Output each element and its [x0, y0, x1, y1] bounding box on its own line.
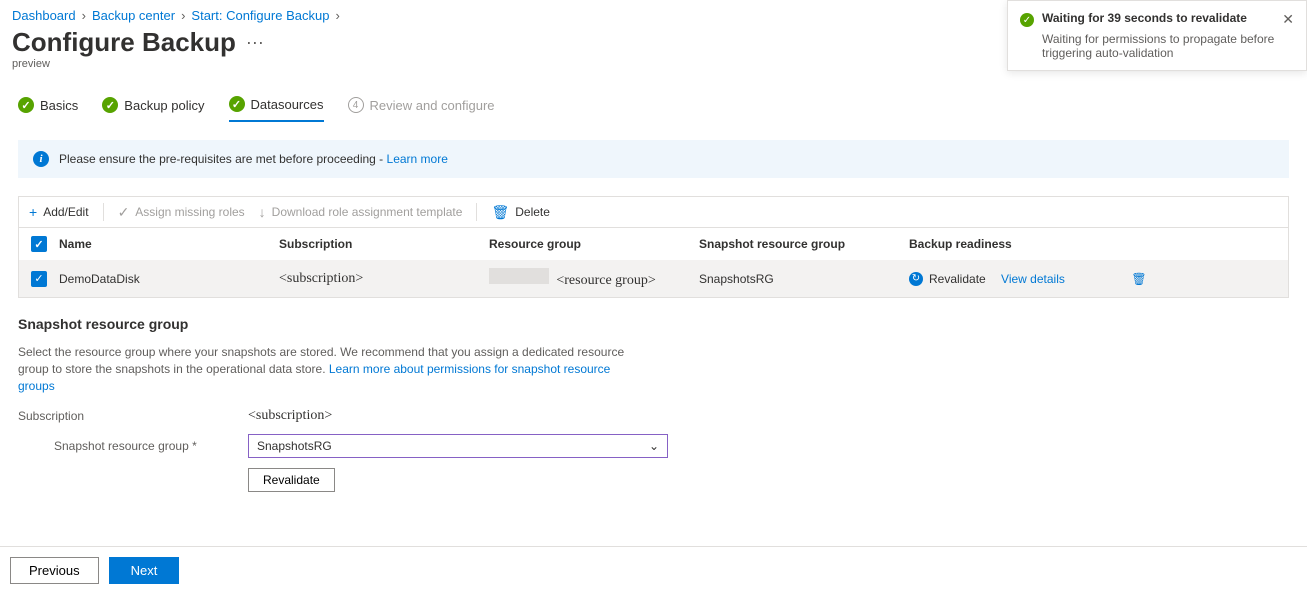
chevron-right-icon: › [181, 8, 185, 23]
revalidate-button[interactable]: Revalidate [248, 468, 335, 492]
step-datasources[interactable]: ✓ Datasources [229, 96, 324, 122]
col-snapshot-rg: Snapshot resource group [699, 237, 909, 251]
row-delete-button[interactable]: 🗑 [1119, 272, 1159, 286]
cell-subscription: <subscription> [279, 271, 489, 287]
trash-icon: 🗑 [491, 204, 509, 221]
toolbar: + Add/Edit ✓ Assign missing roles ↓ Down… [19, 197, 1288, 227]
refresh-icon: ↻ [909, 272, 923, 286]
chevron-down-icon: ⌄ [649, 439, 659, 453]
readiness-label: Revalidate [929, 272, 986, 286]
cell-snapshot-rg: SnapshotsRG [699, 272, 909, 286]
btn-label: Download role assignment template [272, 205, 463, 219]
assign-roles-button[interactable]: ✓ Assign missing roles [118, 204, 245, 221]
add-edit-button[interactable]: + Add/Edit [29, 204, 89, 220]
dropdown-value: SnapshotsRG [257, 439, 332, 453]
select-all-checkbox[interactable]: ✓ [31, 236, 47, 252]
check-icon: ✓ [102, 97, 118, 113]
step-number-icon: 4 [348, 97, 364, 113]
wizard-steps: ✓ Basics ✓ Backup policy ✓ Datasources 4… [0, 78, 1307, 122]
wizard-footer: Previous Next [0, 546, 1307, 594]
cell-readiness: ↻ Revalidate View details [909, 272, 1119, 286]
banner-learn-more-link[interactable]: Learn more [387, 152, 448, 166]
close-icon[interactable]: ✕ [1282, 11, 1294, 28]
download-icon: ↓ [259, 204, 266, 220]
cell-name: DemoDataDisk [59, 272, 279, 286]
subscription-label: Subscription [18, 409, 218, 423]
more-icon[interactable]: ··· [246, 32, 264, 53]
cell-resource-group: <resource group> [489, 268, 699, 289]
download-template-button[interactable]: ↓ Download role assignment template [259, 204, 463, 220]
step-label: Backup policy [124, 98, 204, 113]
info-icon: i [33, 151, 49, 167]
delete-button[interactable]: 🗑 Delete [491, 204, 549, 221]
divider [476, 203, 477, 221]
previous-button[interactable]: Previous [10, 557, 99, 584]
col-subscription: Subscription [279, 237, 489, 251]
divider [103, 203, 104, 221]
notification-title: Waiting for 39 seconds to revalidate [1042, 11, 1274, 25]
chevron-right-icon: › [335, 8, 339, 23]
next-button[interactable]: Next [109, 557, 180, 584]
step-label: Basics [40, 98, 78, 113]
view-details-link[interactable]: View details [1001, 272, 1065, 286]
notification-toast: ✓ Waiting for 39 seconds to revalidate ✕… [1007, 0, 1307, 71]
trash-icon: 🗑 [1131, 272, 1146, 286]
btn-label: Delete [515, 205, 550, 219]
snapshot-rg-dropdown[interactable]: SnapshotsRG ⌄ [248, 434, 668, 458]
col-readiness: Backup readiness [909, 237, 1119, 251]
col-name: Name [59, 237, 279, 251]
check-icon: ✓ [18, 97, 34, 113]
step-label: Review and configure [370, 98, 495, 113]
plus-icon: + [29, 204, 37, 220]
snapshot-rg-label: Snapshot resource group * [54, 439, 218, 453]
step-review: 4 Review and configure [348, 97, 495, 121]
subscription-value: <subscription> [248, 408, 668, 424]
chevron-right-icon: › [82, 8, 86, 23]
breadcrumb-start-configure[interactable]: Start: Configure Backup [191, 8, 329, 23]
btn-label: Assign missing roles [135, 205, 244, 219]
banner-text: Please ensure the pre-requisites are met… [59, 152, 387, 166]
check-icon: ✓ [229, 96, 245, 112]
step-basics[interactable]: ✓ Basics [18, 97, 78, 121]
step-backup-policy[interactable]: ✓ Backup policy [102, 97, 204, 121]
info-banner: i Please ensure the pre-requisites are m… [18, 140, 1289, 178]
step-label: Datasources [251, 97, 324, 112]
breadcrumb-dashboard[interactable]: Dashboard [12, 8, 76, 23]
table-header: ✓ Name Subscription Resource group Snaps… [19, 227, 1288, 260]
table-row[interactable]: ✓ DemoDataDisk <subscription> <resource … [19, 260, 1288, 297]
datasources-panel: + Add/Edit ✓ Assign missing roles ↓ Down… [18, 196, 1289, 298]
col-resource-group: Resource group [489, 237, 699, 251]
check-icon: ✓ [118, 204, 130, 221]
notification-body: Waiting for permissions to propagate bef… [1042, 32, 1294, 60]
page-title: Configure Backup [12, 27, 236, 58]
breadcrumb-backup-center[interactable]: Backup center [92, 8, 175, 23]
row-checkbox[interactable]: ✓ [31, 271, 47, 287]
snapshot-rg-section: Snapshot resource group Select the resou… [0, 298, 1307, 510]
success-icon: ✓ [1020, 13, 1034, 27]
btn-label: Add/Edit [43, 205, 88, 219]
section-heading: Snapshot resource group [18, 316, 1289, 332]
redacted-block [489, 268, 549, 284]
